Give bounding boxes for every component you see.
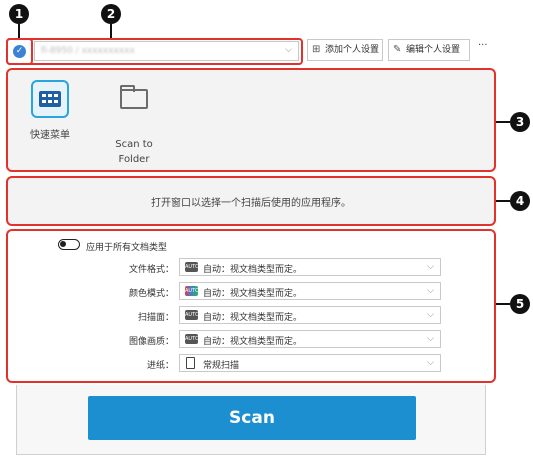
image-quality-select[interactable]: AUTO 自动：视文档类型而定。 ⌵ bbox=[179, 330, 441, 348]
callout-leader-3 bbox=[496, 121, 510, 123]
app-tile-scan-to-folder-frame bbox=[115, 85, 153, 127]
scan-settings-panel: 应用于所有文档类型 文件格式： AUTO 自动：视文档类型而定。 ⌵ 颜色模式：… bbox=[6, 229, 496, 383]
quick-menu-grid-icon bbox=[39, 91, 61, 107]
device-select[interactable]: fi-8950 / xxxxxxxxxx ⌵ bbox=[34, 41, 299, 61]
auto-quality-icon: AUTO bbox=[185, 334, 200, 344]
edit-icon: ✎ bbox=[393, 44, 402, 55]
image-quality-label: 图像画质： bbox=[128, 337, 174, 347]
color-mode-select[interactable]: AUTO 自动：视文档类型而定。 ⌵ bbox=[179, 282, 441, 300]
callout-marker-3: 3 bbox=[510, 112, 530, 132]
chevron-down-icon: ⌵ bbox=[427, 286, 434, 296]
toggle-knob bbox=[60, 241, 66, 247]
app-tile-quick-menu-label: 快速菜单 bbox=[30, 130, 70, 141]
chevron-down-icon: ⌵ bbox=[427, 310, 434, 320]
app-selection-panel: 快速菜单 Scan to Folder bbox=[6, 68, 496, 172]
more-options-button[interactable]: ··· bbox=[478, 40, 488, 51]
plus-box-icon: ⊞ bbox=[312, 44, 321, 55]
auto-color-icon: AUTO bbox=[185, 286, 200, 296]
callout-leader-5 bbox=[496, 303, 510, 305]
scan-button[interactable]: Scan bbox=[88, 396, 416, 440]
file-format-select[interactable]: AUTO 自动：视文档类型而定。 ⌵ bbox=[179, 258, 441, 276]
folder-icon bbox=[120, 85, 148, 109]
paper-feed-label: 进纸： bbox=[146, 361, 174, 371]
callout-marker-2: 2 bbox=[101, 4, 121, 24]
file-format-label: 文件格式： bbox=[128, 265, 174, 275]
callout-leader-1 bbox=[18, 24, 20, 39]
callout-marker-4: 4 bbox=[510, 191, 530, 211]
chevron-down-icon: ⌵ bbox=[427, 334, 434, 344]
apply-all-label: 应用于所有文档类型 bbox=[86, 243, 168, 253]
auto-side-icon: AUTO bbox=[185, 310, 200, 320]
device-connected-check-icon: ✓ bbox=[13, 45, 26, 58]
app-tile-scan-to-folder[interactable]: Scan to Folder bbox=[99, 80, 169, 167]
chevron-down-icon: ⌵ bbox=[427, 262, 434, 272]
scan-side-select[interactable]: AUTO 自动：视文档类型而定。 ⌵ bbox=[179, 306, 441, 324]
app-tile-scan-to-folder-label: Scan to Folder bbox=[115, 139, 153, 165]
scan-side-label: 扫描面： bbox=[137, 313, 174, 323]
app-tile-quick-menu[interactable]: 快速菜单 bbox=[15, 80, 85, 143]
app-hint-text: 打开窗口以选择一个扫描后使用的应用程序。 bbox=[151, 198, 351, 209]
callout-leader-4 bbox=[496, 200, 510, 202]
auto-icon: AUTO bbox=[185, 262, 200, 272]
edit-profile-button[interactable]: ✎ 编辑个人设置 bbox=[388, 39, 470, 61]
page-icon bbox=[186, 357, 195, 369]
chevron-down-icon: ⌵ bbox=[285, 45, 292, 55]
paper-feed-select[interactable]: 常规扫描 ⌵ bbox=[179, 354, 441, 372]
callout-marker-1: 1 bbox=[9, 4, 29, 24]
app-tile-quick-menu-selection bbox=[31, 80, 69, 118]
device-name: fi-8950 / xxxxxxxxxx bbox=[41, 46, 135, 56]
add-profile-button[interactable]: ⊞ 添加个人设置 bbox=[307, 39, 383, 61]
app-hint-panel: 打开窗口以选择一个扫描后使用的应用程序。 bbox=[6, 176, 496, 226]
callout-leader-2 bbox=[110, 24, 112, 39]
apply-all-toggle[interactable] bbox=[58, 239, 80, 250]
color-mode-label: 颜色模式： bbox=[128, 289, 174, 299]
chevron-down-icon: ⌵ bbox=[427, 358, 434, 368]
callout-marker-5: 5 bbox=[510, 294, 530, 314]
